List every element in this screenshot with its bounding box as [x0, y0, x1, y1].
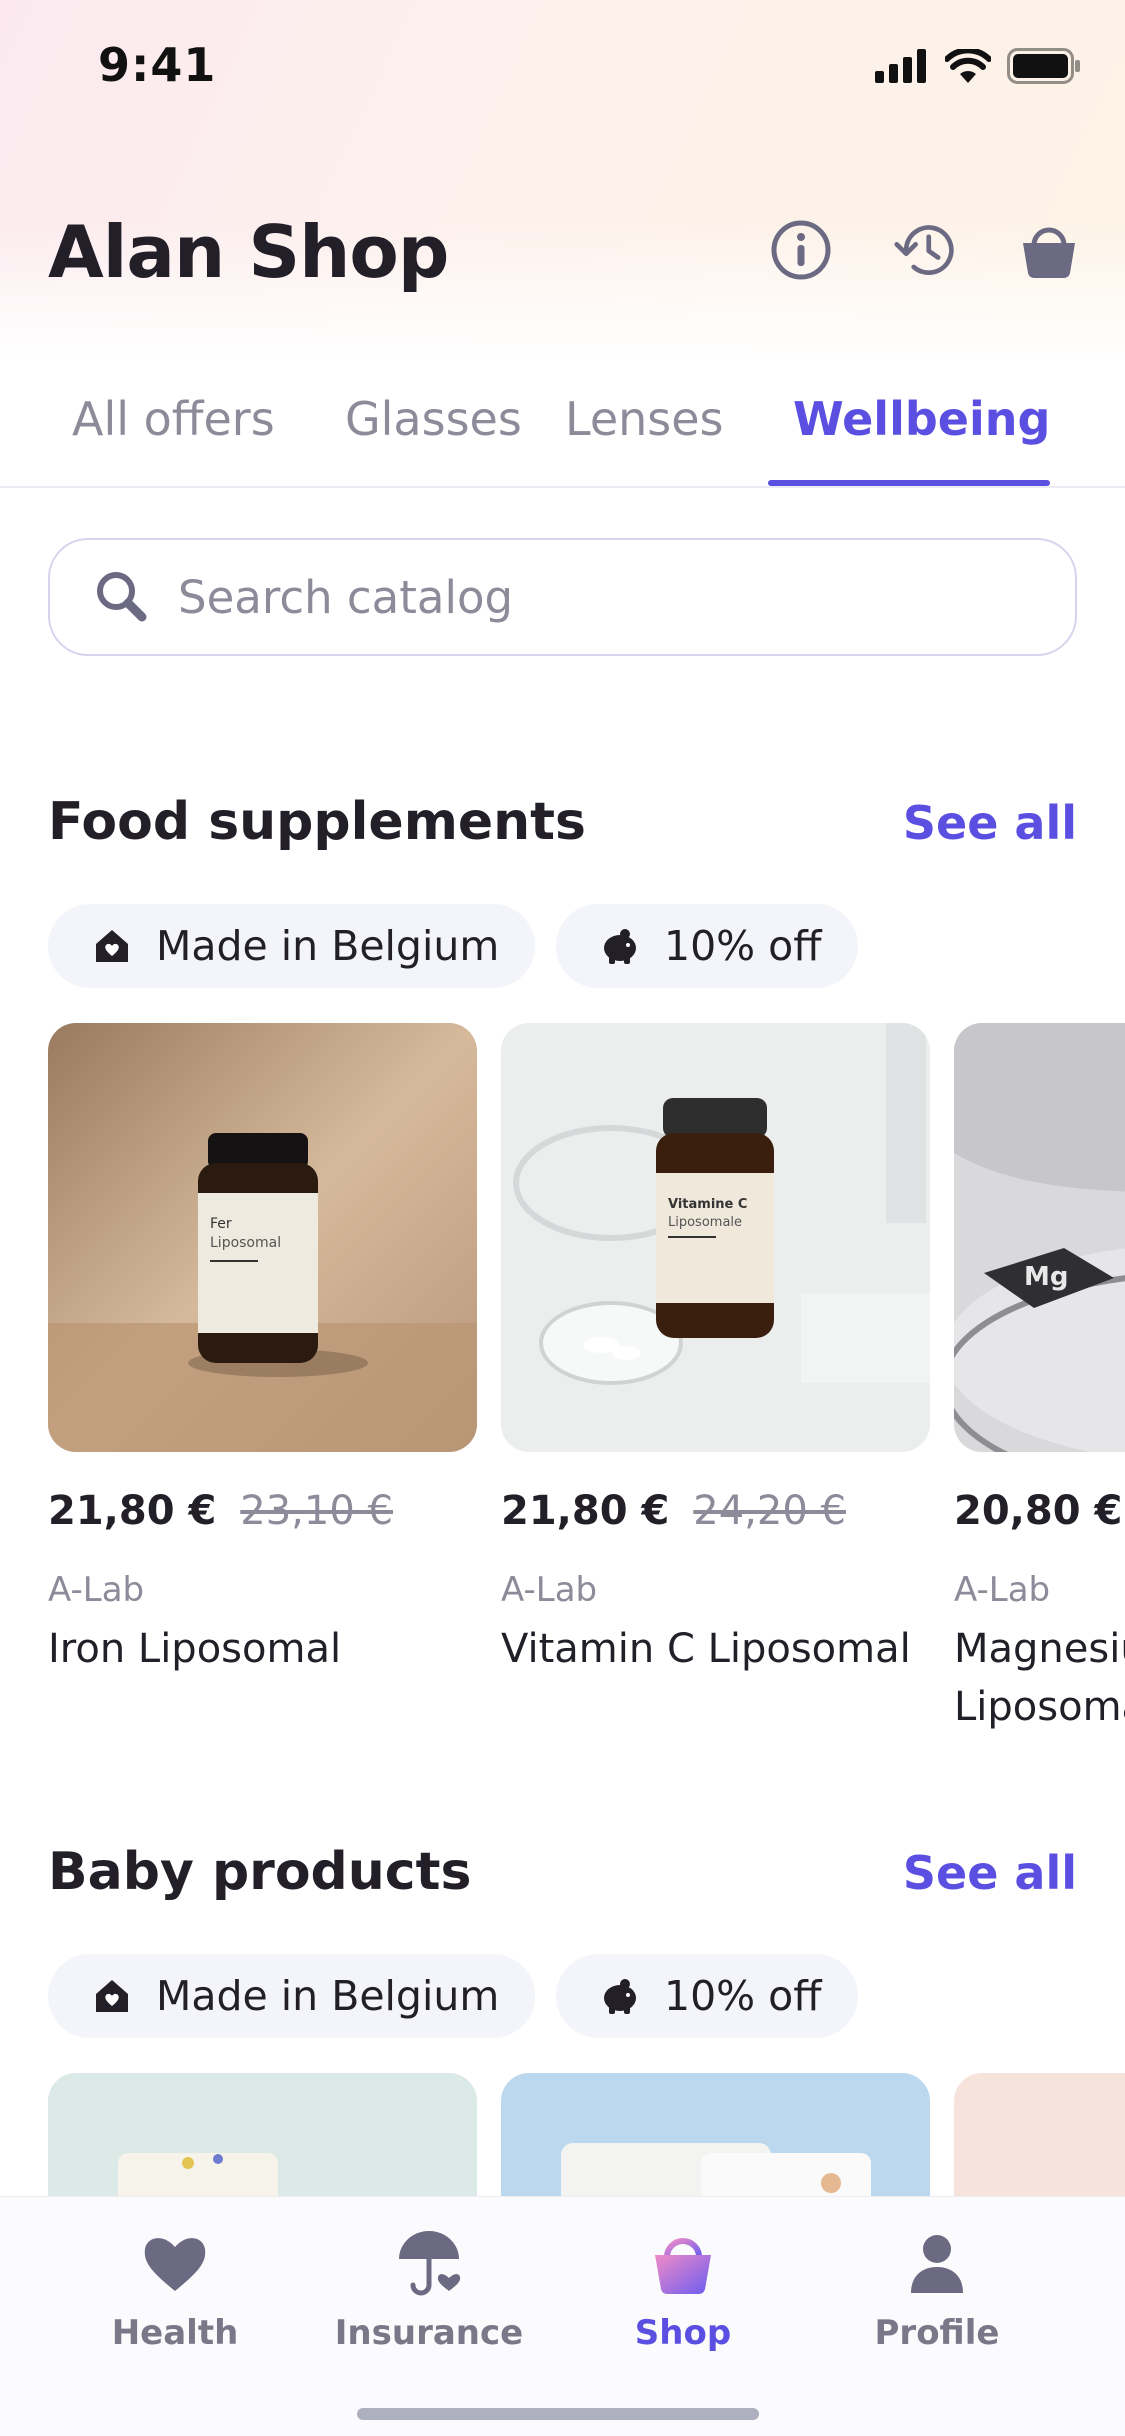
- price-row: 20,80 €: [954, 1488, 1125, 1534]
- search-bar[interactable]: [48, 538, 1077, 656]
- product-name: Vitamin C Liposomal: [501, 1626, 911, 1672]
- section-title-food-supplements: Food supplements: [48, 792, 586, 852]
- chip-ten-percent-off[interactable]: 10% off: [556, 904, 858, 988]
- product-name: Magnesium Liposomal: [954, 1626, 1125, 1730]
- person-icon: [911, 2235, 963, 2293]
- product-card-magnesium-liposomal[interactable]: Mg 20,80 € A-Lab Magnesium Liposomal: [954, 1023, 1125, 1736]
- nav-item-profile[interactable]: Profile: [837, 2227, 1037, 2353]
- product-image: Mg: [954, 1023, 1125, 1452]
- heart-icon: [144, 2238, 206, 2291]
- basket-icon[interactable]: [1017, 218, 1081, 282]
- product-old-price: 23,10 €: [240, 1488, 393, 1534]
- tab-all-offers[interactable]: All offers: [72, 392, 275, 446]
- bottle-label-line2: Liposomale: [668, 1215, 742, 1230]
- history-icon[interactable]: [893, 218, 957, 282]
- product-brand: A-Lab: [48, 1570, 145, 1610]
- nav-label: Shop: [634, 2313, 732, 2353]
- tab-wellbeing[interactable]: Wellbeing: [793, 392, 1050, 446]
- product-name: Iron Liposomal: [48, 1626, 342, 1672]
- bottle-label-line1: Fer: [210, 1216, 232, 1232]
- piggy-bank-icon: [604, 929, 636, 964]
- product-brand: A-Lab: [954, 1570, 1051, 1610]
- tab-glasses[interactable]: Glasses: [345, 392, 522, 446]
- wifi-icon: [945, 49, 991, 83]
- piggy-bank-icon: [604, 1979, 636, 2014]
- tab-lenses[interactable]: Lenses: [565, 392, 724, 446]
- product-old-price: 24,20 €: [693, 1488, 846, 1534]
- chip-made-in-belgium[interactable]: Made in Belgium: [48, 904, 536, 988]
- house-heart-icon: [96, 930, 128, 962]
- product-price: 20,80 €: [954, 1488, 1123, 1534]
- nav-label: Insurance: [334, 2313, 524, 2353]
- info-icon[interactable]: [769, 218, 833, 282]
- product-card-vitamin-c-liposomal[interactable]: Vitamine C Liposomale 21,80 € 24,20 € A-…: [501, 1023, 930, 1678]
- status-time: 9:41: [98, 38, 217, 92]
- product-mark-mg: Mg: [1024, 1262, 1068, 1292]
- see-all-food-supplements[interactable]: See all: [903, 796, 1077, 850]
- product-price: 21,80 €: [48, 1488, 217, 1534]
- bottom-navigation: Health Insurance Shop Profile: [0, 2196, 1125, 2436]
- bottle-label-line2: Liposomal: [210, 1235, 281, 1251]
- home-indicator: [357, 2408, 759, 2420]
- nav-item-health[interactable]: Health: [75, 2227, 275, 2353]
- product-price: 21,80 €: [501, 1488, 670, 1534]
- chip-label: 10% off: [664, 1972, 822, 2020]
- price-row: 21,80 € 24,20 €: [501, 1488, 930, 1534]
- chip-label: Made in Belgium: [156, 1972, 500, 2020]
- product-image: Vitamine C Liposomale: [501, 1023, 930, 1452]
- active-tab-indicator: [768, 480, 1050, 486]
- nav-item-shop[interactable]: Shop: [583, 2227, 783, 2353]
- bottle-label-line1: Vitamine C: [668, 1197, 747, 1212]
- status-icons: [875, 48, 1081, 84]
- battery-icon: [1007, 48, 1080, 84]
- status-bar: 9:41: [0, 0, 1125, 132]
- header-actions: [769, 218, 1081, 282]
- product-image: Fer Liposomal: [48, 1023, 477, 1452]
- price-row: 21,80 € 23,10 €: [48, 1488, 477, 1534]
- search-icon: [97, 572, 147, 622]
- basket-icon: [655, 2238, 711, 2295]
- nav-item-insurance[interactable]: Insurance: [329, 2227, 529, 2353]
- page-title: Alan Shop: [48, 210, 449, 294]
- chip-label: Made in Belgium: [156, 922, 500, 970]
- see-all-baby-products[interactable]: See all: [903, 1846, 1077, 1900]
- section-title-baby-products: Baby products: [48, 1842, 472, 1902]
- product-brand: A-Lab: [501, 1570, 598, 1610]
- search-input[interactable]: [178, 570, 978, 624]
- product-card-iron-liposomal[interactable]: Fer Liposomal 21,80 € 23,10 € A-Lab Iron…: [48, 1023, 477, 1678]
- chip-label: 10% off: [664, 922, 822, 970]
- category-tabs: All offers Glasses Lenses Wellbeing: [0, 372, 1125, 488]
- umbrella-icon: [399, 2231, 461, 2296]
- nav-label: Health: [111, 2313, 239, 2353]
- chip-made-in-belgium[interactable]: Made in Belgium: [48, 1954, 536, 2038]
- cellular-signal-icon: [875, 49, 926, 83]
- house-heart-icon: [96, 1980, 128, 2012]
- nav-label: Profile: [874, 2313, 1000, 2353]
- chip-ten-percent-off[interactable]: 10% off: [556, 1954, 858, 2038]
